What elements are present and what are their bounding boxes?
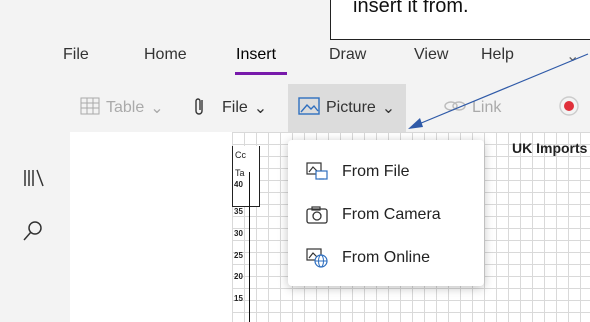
ribbon: Table ⌄ File ⌄ Picture ⌄ Link [0,84,590,132]
file-label: File [222,99,248,116]
table-button[interactable]: Table ⌄ [80,84,164,132]
link-button[interactable]: Link [444,84,501,132]
y-tick-label: 30 [234,229,243,238]
chart-heading: UK Imports [512,140,588,156]
picture-label: Picture [326,99,376,116]
instruction-callout: insert it from. [330,0,590,40]
link-icon [444,99,466,118]
active-tab-underline [235,72,287,75]
from-file-option[interactable]: From File [288,152,484,192]
record-icon [558,95,580,122]
menu-file[interactable]: File [63,46,89,64]
more-chevron-icon[interactable]: ⌄ [566,46,579,66]
from-file-label: From File [342,163,410,180]
picture-icon [298,96,320,120]
picture-dropdown-menu: From File From Camera From Online [288,140,484,286]
table-icon [80,97,100,120]
table-label: Table [106,99,145,116]
y-tick-label: 15 [234,294,243,303]
chevron-down-icon: ⌄ [253,100,268,117]
chart-y-axis [249,172,250,322]
menu-bar: File Home Insert Draw View Help ⌄ [0,46,590,76]
table-cell: Ta [235,168,245,178]
table-cell: Cc [235,150,246,160]
menu-insert[interactable]: Insert [236,46,276,64]
image-file-icon [306,161,328,183]
from-online-label: From Online [342,249,431,266]
notebooks-icon[interactable] [22,168,46,193]
menu-home[interactable]: Home [144,46,187,64]
camera-icon [306,204,328,226]
paperclip-icon [194,96,206,121]
chevron-down-icon: ⌄ [381,100,396,117]
menu-help[interactable]: Help [481,46,514,64]
page-list-pane [70,132,232,322]
y-tick-label: 20 [234,272,243,281]
from-camera-option[interactable]: From Camera [288,195,484,235]
picture-button[interactable]: Picture ⌄ [288,84,406,132]
left-nav [0,132,70,322]
menu-draw[interactable]: Draw [329,46,366,64]
link-label: Link [472,99,502,116]
record-button[interactable] [558,84,580,132]
from-online-option[interactable]: From Online [288,238,484,278]
y-tick-label: 25 [234,251,243,260]
from-camera-label: From Camera [342,206,441,223]
menu-view[interactable]: View [414,46,448,64]
search-icon[interactable] [22,220,44,247]
y-tick-label: 40 [234,180,243,189]
chevron-down-icon: ⌄ [150,100,164,117]
callout-text: insert it from. [353,0,469,17]
attach-file-button[interactable]: File ⌄ [194,84,267,132]
y-tick-label: 35 [234,207,243,216]
image-web-icon [306,247,328,269]
